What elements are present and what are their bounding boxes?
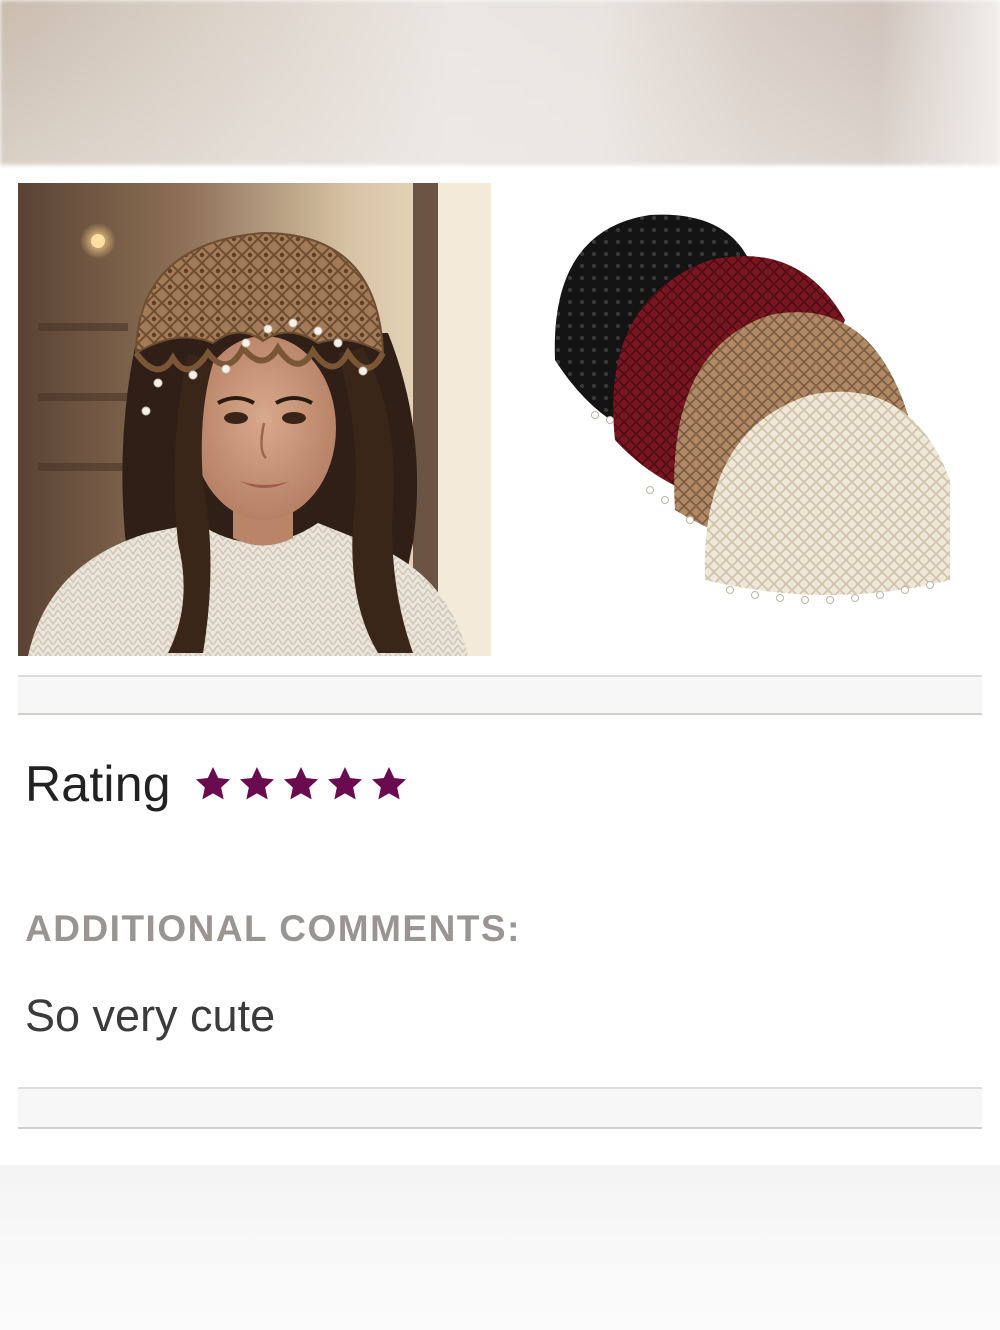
rating-stars bbox=[193, 764, 409, 804]
divider-band-bottom bbox=[18, 1087, 982, 1129]
comment-text: So very cute bbox=[25, 990, 276, 1041]
rating-label: Rating bbox=[25, 756, 171, 812]
divider-band-top bbox=[18, 675, 982, 715]
star-icon bbox=[195, 767, 230, 800]
blurred-header-image bbox=[0, 0, 1000, 165]
product-photo-model[interactable] bbox=[18, 183, 491, 656]
star-icon bbox=[371, 767, 406, 800]
star-icon bbox=[327, 767, 362, 800]
additional-comments-label: ADDITIONAL COMMENTS: bbox=[25, 908, 521, 949]
star-icon bbox=[239, 767, 274, 800]
blurred-footer-area bbox=[0, 1165, 1000, 1330]
star-icon bbox=[283, 767, 318, 800]
product-photo-color-variants[interactable] bbox=[540, 200, 970, 620]
rating-row: Rating bbox=[25, 752, 409, 816]
variants-photo-illustration bbox=[554, 214, 950, 604]
model-photo-illustration bbox=[18, 183, 491, 656]
